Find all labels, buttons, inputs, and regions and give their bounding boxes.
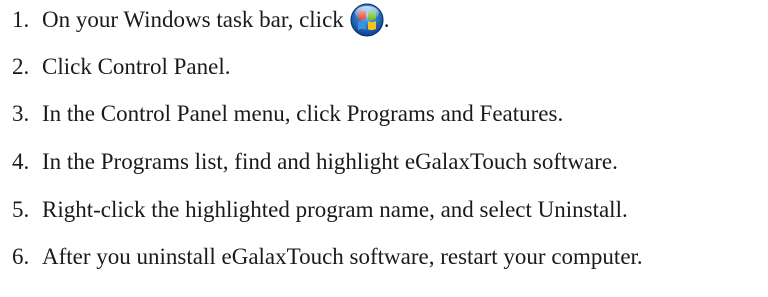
step-text: In the Programs list, find and highlight… — [42, 149, 618, 174]
step-text: Click Control Panel. — [42, 54, 231, 79]
step-text: On your Windows task bar, click — [42, 7, 344, 32]
step-3: 3. In the Control Panel menu, click Prog… — [12, 97, 563, 131]
step-text: Right-click the highlighted program name… — [42, 197, 628, 222]
step-5: 5. Right-click the highlighted program n… — [12, 193, 628, 227]
step-text: In the Control Panel menu, click Program… — [42, 101, 564, 126]
step-number: 3. — [12, 101, 30, 126]
step-4: 4. In the Programs list, find and highli… — [12, 145, 618, 179]
windows-start-icon — [350, 3, 384, 37]
step-number: 2. — [12, 54, 30, 79]
step-text: After you uninstall eGalaxTouch software… — [42, 244, 643, 269]
step-number: 5. — [12, 197, 30, 222]
step-number: 1. — [12, 7, 30, 32]
step-number: 4. — [12, 149, 30, 174]
step-1: 1. On your Windows task bar, click . — [12, 3, 390, 37]
step-number: 6. — [12, 244, 30, 269]
step-trailing-period: . — [383, 7, 390, 32]
step-2: 2. Click Control Panel. — [12, 50, 230, 84]
step-6: 6. After you uninstall eGalaxTouch softw… — [12, 240, 643, 274]
